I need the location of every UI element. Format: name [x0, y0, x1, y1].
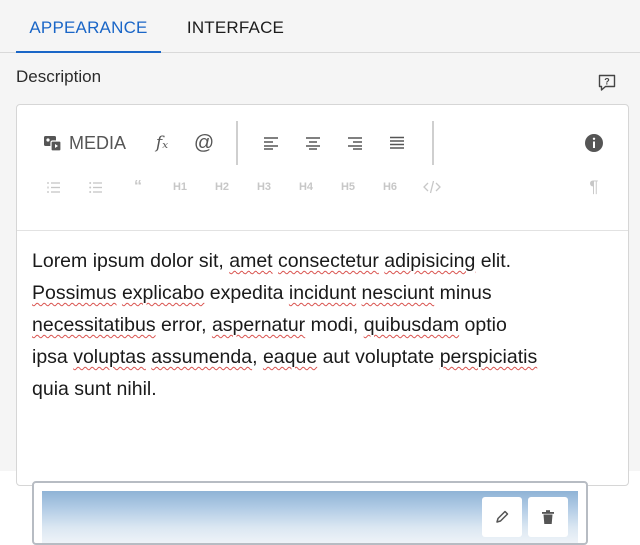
content-line: ipsa voluptas assumenda, eaque aut volup… [32, 346, 538, 368]
media-icon [43, 133, 63, 153]
description-label: Description [16, 67, 102, 86]
editor-content[interactable]: Lorem ipsum dolor sit, amet consectetur … [32, 245, 602, 405]
heading-6-label: H6 [382, 181, 398, 193]
toolbar-divider [236, 121, 238, 165]
align-right-icon [347, 136, 363, 150]
heading-6-button[interactable]: H6 [375, 172, 405, 202]
heading-5-button[interactable]: H5 [333, 172, 363, 202]
heading-1-label: H1 [172, 181, 188, 193]
rich-text-editor: MEDIA fₓ @ “ H1 H2 H3 H4 H5 H6 ¶ Lorem i… [16, 104, 629, 545]
content-line: necessitatibus error, aspernatur modi, q… [32, 314, 507, 336]
pencil-icon [494, 509, 510, 525]
align-justify-icon [389, 136, 405, 150]
bullet-list-button[interactable] [81, 172, 111, 202]
pilcrow-icon: ¶ [589, 177, 599, 196]
formula-label: fₓ [155, 133, 169, 153]
blockquote-button[interactable]: “ [123, 172, 153, 202]
embedded-image[interactable] [32, 481, 588, 545]
trash-icon [540, 509, 556, 525]
toolbar-divider [432, 121, 434, 165]
heading-3-button[interactable]: H3 [249, 172, 279, 202]
ordered-list-button[interactable] [39, 172, 69, 202]
content-line: Possimus explicabo expedita incidunt nes… [32, 282, 492, 304]
align-justify-button[interactable] [382, 125, 412, 161]
media-button[interactable]: MEDIA [43, 125, 126, 161]
code-icon [423, 180, 441, 194]
align-right-button[interactable] [340, 125, 370, 161]
editor-toolbar: MEDIA fₓ @ “ H1 H2 H3 H4 H5 H6 ¶ [17, 105, 628, 231]
delete-image-button[interactable] [528, 497, 568, 537]
ordered-list-icon [47, 181, 61, 194]
edit-image-button[interactable] [482, 497, 522, 537]
heading-2-button[interactable]: H2 [207, 172, 237, 202]
mention-label: @ [193, 131, 215, 154]
mention-button[interactable]: @ [189, 125, 219, 161]
appearance-panel: Description ? MEDIA fₓ @ “ H1 H2 H3 H4 H… [0, 53, 640, 545]
help-speech-bubble-icon[interactable]: ? [597, 73, 617, 93]
media-button-label: MEDIA [69, 132, 127, 153]
heading-1-button[interactable]: H1 [165, 172, 195, 202]
svg-text:?: ? [604, 77, 610, 87]
formula-button[interactable]: fₓ [147, 125, 177, 161]
heading-4-label: H4 [298, 181, 314, 193]
content-line: quia sunt nihil. [32, 378, 157, 400]
pilcrow-button[interactable]: ¶ [579, 172, 609, 202]
bullet-list-icon [89, 181, 103, 194]
heading-3-label: H3 [256, 181, 272, 193]
align-left-button[interactable] [256, 125, 286, 161]
align-left-icon [263, 136, 279, 150]
align-center-button[interactable] [298, 125, 328, 161]
info-button[interactable] [579, 125, 609, 161]
info-icon [584, 133, 604, 153]
tab-appearance-label: APPEARANCE [29, 18, 148, 37]
align-center-icon [305, 136, 321, 150]
heading-2-label: H2 [214, 181, 230, 193]
tab-interface-label: INTERFACE [186, 18, 285, 37]
tab-interface[interactable]: INTERFACE [173, 0, 298, 52]
heading-4-button[interactable]: H4 [291, 172, 321, 202]
tab-appearance[interactable]: APPEARANCE [16, 0, 161, 53]
heading-5-label: H5 [340, 181, 356, 193]
tab-bar: APPEARANCE INTERFACE [0, 0, 640, 53]
content-line: Lorem ipsum dolor sit, amet consectetur … [32, 250, 512, 272]
blockquote-icon: “ [134, 178, 142, 195]
code-button[interactable] [417, 172, 447, 202]
